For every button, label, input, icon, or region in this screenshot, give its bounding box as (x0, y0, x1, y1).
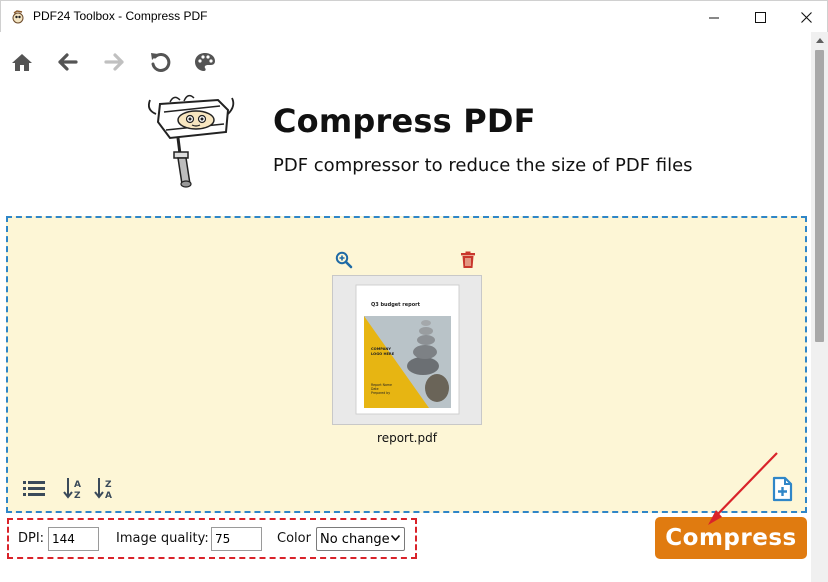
close-button[interactable] (783, 1, 828, 33)
thumb-company-1: COMPANY (371, 347, 391, 351)
page-title: Compress PDF (273, 102, 536, 140)
image-quality-input[interactable] (211, 527, 262, 551)
maximize-button[interactable] (737, 1, 783, 33)
forward-button[interactable] (102, 50, 126, 74)
minimize-icon (708, 17, 719, 18)
thumb-heading: Q3 budget report (371, 302, 421, 308)
reload-icon (151, 52, 171, 72)
sort-a-z-button[interactable]: A Z (61, 475, 87, 501)
delete-file-icon[interactable] (460, 251, 478, 269)
dpi-label: DPI: (18, 531, 45, 546)
annotation-arrow (708, 452, 778, 525)
scrollbar-thumb[interactable] (815, 50, 824, 342)
svg-text:Z: Z (105, 480, 112, 490)
reload-button[interactable] (148, 50, 172, 74)
vertical-scrollbar[interactable] (811, 32, 828, 582)
page-subtitle: PDF compressor to reduce the size of PDF… (273, 155, 693, 176)
chevron-down-icon (390, 533, 401, 544)
list-view-button[interactable] (21, 475, 47, 501)
svg-text:A: A (105, 491, 112, 500)
theme-button[interactable] (193, 50, 217, 74)
maximize-icon (754, 11, 766, 23)
home-button[interactable] (10, 50, 34, 74)
forward-icon (104, 53, 124, 71)
pdf-page-preview: Q3 budget report COMPANY LOGO HERE Repor… (355, 284, 460, 415)
svg-text:A: A (74, 480, 81, 490)
home-icon (12, 54, 32, 71)
image-quality-label: Image quality: (116, 531, 209, 546)
file-name: report.pdf (377, 431, 437, 445)
thumb-company-2: LOGO HERE (371, 352, 395, 356)
close-icon (800, 11, 812, 23)
color-select[interactable]: No change (316, 527, 405, 551)
sort-z-a-icon: Z A (94, 478, 112, 500)
title-bar: PDF24 Toolbox - Compress PDF (0, 0, 828, 32)
list-view-icon (23, 481, 45, 496)
minimize-button[interactable] (691, 1, 737, 33)
color-label: Color (277, 531, 311, 546)
svg-text:Z: Z (74, 491, 81, 500)
back-icon (58, 53, 78, 71)
scroll-up-icon[interactable] (811, 32, 828, 49)
zoom-in-icon[interactable] (335, 251, 353, 269)
back-button[interactable] (56, 50, 80, 74)
palette-icon (195, 53, 215, 71)
color-select-value: No change (320, 531, 390, 547)
file-thumbnail-card[interactable]: Q3 budget report COMPANY LOGO HERE Repor… (332, 275, 482, 425)
sort-a-z-icon: A Z (63, 478, 81, 500)
sort-z-a-button[interactable]: Z A (92, 475, 118, 501)
compress-mascot-illustration (140, 92, 240, 192)
app-icon (10, 9, 26, 25)
window-title: PDF24 Toolbox - Compress PDF (33, 9, 208, 23)
dpi-input[interactable] (48, 527, 99, 551)
thumb-footer-3: Prepared by (371, 391, 390, 395)
